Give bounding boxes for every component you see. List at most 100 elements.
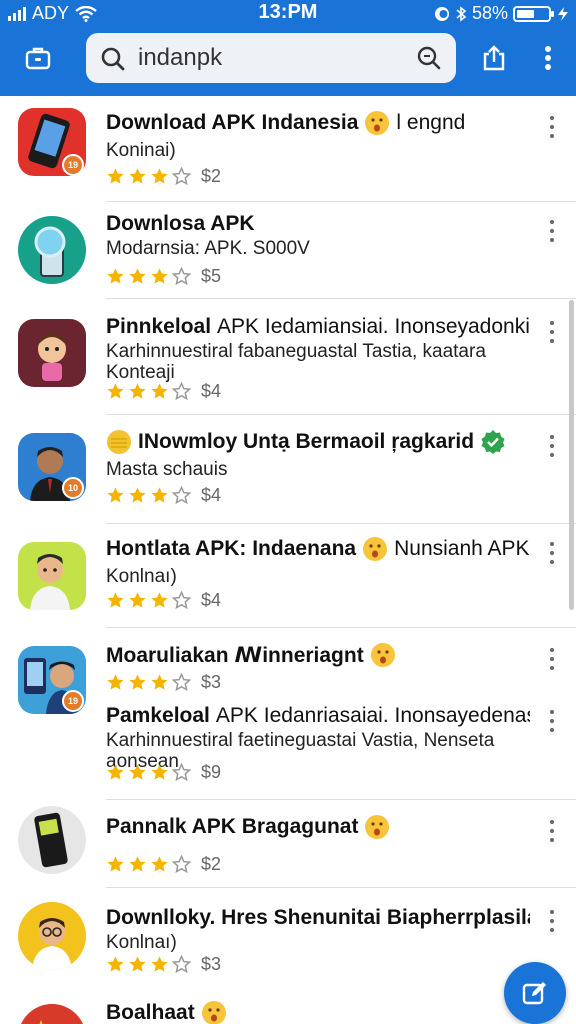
star-filled-icon	[107, 487, 124, 503]
star-filled-icon	[151, 674, 168, 690]
star-filled-icon	[129, 674, 146, 690]
item-more-button[interactable]	[546, 321, 558, 343]
app-subtitle: Koninai)	[106, 140, 176, 161]
app-rating: $3	[106, 672, 221, 693]
app-rating: $4	[106, 381, 221, 402]
star-empty-icon	[172, 591, 191, 610]
star-filled-icon	[151, 268, 168, 284]
star-empty-icon	[172, 855, 191, 874]
star-filled-icon	[107, 592, 124, 608]
star-filled-icon	[129, 592, 146, 608]
star-filled-icon	[151, 592, 168, 608]
magnifier-phone-icon	[18, 216, 86, 284]
list-item[interactable]: Pinnkeloal APK Iedamiansiai. Inonseyadonk…	[0, 299, 576, 415]
app-badge: 19	[62, 690, 84, 712]
star-filled-icon	[151, 856, 168, 872]
app-title: Pamkeloal APK Iedanriasaiai. Inonsayedena…	[106, 704, 530, 727]
battery-percent: 58%	[471, 3, 508, 23]
app-price: $2	[201, 166, 222, 186]
app-top-bar: ADY 13:PM 58%	[0, 0, 576, 96]
star-filled-icon	[129, 764, 146, 780]
bluetooth-icon	[456, 5, 467, 22]
star-filled-icon	[107, 168, 124, 184]
app-rating: $4	[106, 485, 221, 506]
item-more-button[interactable]	[546, 542, 558, 564]
star-filled-icon	[151, 487, 168, 503]
list-item[interactable]: 19 Moaruliakan ꟿinneriagnt $3 Pamkeloal A…	[0, 628, 576, 800]
app-price: $3	[201, 954, 222, 974]
star-filled-icon	[129, 383, 146, 399]
star-filled-icon	[129, 268, 146, 284]
more-vert-icon	[545, 46, 551, 70]
app-title: Download APK Indanesia l engnd	[106, 111, 466, 135]
star-empty-icon	[172, 486, 191, 505]
app-rating: $5	[106, 266, 221, 287]
emoji-icon	[363, 537, 388, 561]
app-title: Downlloky. Hres Shenunitai Biapherrplasi…	[106, 906, 530, 929]
app-subtitle: Modarnsia: APK. S000V	[106, 238, 310, 259]
search-bar[interactable]	[86, 33, 456, 83]
item-more-button[interactable]	[546, 116, 558, 138]
list-item[interactable]: Boalhaat	[0, 984, 576, 1024]
star-empty-icon	[172, 267, 191, 286]
search-input[interactable]	[138, 43, 398, 73]
star-empty-icon	[172, 673, 191, 692]
emoji-icon	[201, 1001, 226, 1024]
list-item[interactable]: 10 INowmloy Untạ Bermaoil ŗagkarid Masta…	[0, 415, 576, 524]
app-rating: $2	[106, 166, 221, 187]
star-filled-icon	[151, 383, 168, 399]
verified-icon	[481, 430, 505, 454]
star-empty-icon	[172, 167, 191, 186]
item-more-button[interactable]	[546, 910, 558, 932]
list-item[interactable]: Downlloky. Hres Shenunitai Biapherrplasi…	[0, 888, 576, 984]
app-price: $3	[201, 672, 222, 692]
star-empty-icon	[172, 382, 191, 401]
star-filled-icon	[107, 856, 124, 872]
status-bar: ADY 13:PM 58%	[0, 0, 576, 26]
star-filled-icon	[129, 487, 146, 503]
star-filled-icon	[151, 764, 168, 780]
lens-search-icon[interactable]	[416, 45, 442, 71]
app-subtitle: Karhinnuestiral fabaneguastal Tastia, ka…	[106, 341, 486, 383]
emoji-icon	[365, 111, 390, 135]
app-rating: $3	[106, 954, 221, 975]
star-empty-icon	[172, 955, 191, 974]
share-button[interactable]	[474, 38, 514, 78]
compose-button[interactable]	[504, 962, 566, 1024]
app-title: Pannalk APK Bragagunat	[106, 814, 530, 840]
app-rating: $2	[106, 854, 221, 875]
item-more-button[interactable]	[546, 820, 558, 842]
app-rating: $4	[106, 590, 221, 611]
item-more-button[interactable]	[546, 435, 558, 457]
item-more-button[interactable]	[546, 710, 558, 732]
coin-icon	[107, 430, 131, 454]
app-title: Downlosa APK	[106, 212, 255, 235]
list-item[interactable]: Downlosa APK Modarnsia: APK. S000V $5	[0, 202, 576, 299]
battery-icon	[513, 5, 554, 22]
star-filled-icon	[129, 856, 146, 872]
app-price: $5	[201, 266, 222, 286]
list-item[interactable]: 19 Download APK Indanesia l engnd Konina…	[0, 96, 576, 202]
cartoon-girl-icon	[18, 319, 86, 387]
cartoon-glasses-man-icon	[18, 902, 86, 970]
star-flag-icon	[18, 1004, 86, 1024]
app-subtitle: Masta schauis	[106, 459, 228, 480]
list-item[interactable]: Hontlata APK: Indaenana Nunsianh APK Kon…	[0, 524, 576, 628]
item-more-button[interactable]	[546, 648, 558, 670]
app-subtitle: Konlnaı)	[106, 566, 177, 587]
star-filled-icon	[107, 383, 124, 399]
briefcase-button[interactable]	[18, 38, 58, 78]
item-more-button[interactable]	[546, 220, 558, 242]
app-list: 19 Download APK Indanesia l engnd Konina…	[0, 96, 576, 1024]
scrollbar[interactable]	[569, 300, 574, 610]
star-empty-icon	[172, 763, 191, 782]
app-title: Boalhaat	[106, 1000, 530, 1024]
app-title: Moaruliakan ꟿinneriagnt	[106, 642, 530, 668]
toolbar	[0, 30, 576, 86]
more-options-button[interactable]	[528, 38, 568, 78]
app-price: $2	[201, 854, 222, 874]
app-price: $9	[201, 762, 222, 782]
app-title: Pinnkeloal APK Iedamiansiai. Inonseyadonk…	[106, 315, 530, 338]
list-item[interactable]: Pannalk APK Bragagunat $2	[0, 800, 576, 888]
battery-level-fill	[517, 9, 535, 18]
